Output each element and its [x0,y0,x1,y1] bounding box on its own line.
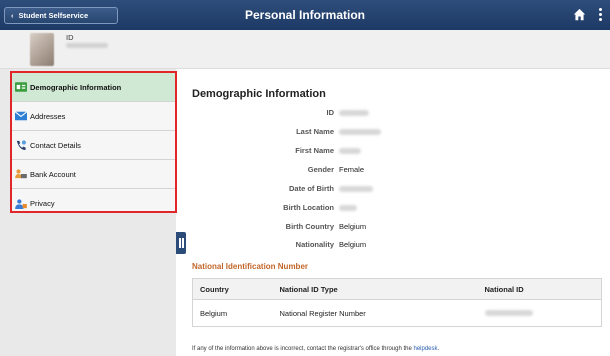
field-value: Belgium [339,240,367,249]
field-value-redacted [339,186,373,192]
field-label: Nationality [295,240,334,249]
column-header: National ID Type [272,278,478,300]
avatar [30,33,54,66]
cell-country: Belgium [200,308,228,318]
field-row-first-name: First Name [0,146,610,156]
field-label: Birth Location [283,203,334,212]
field-label: Gender [307,165,334,174]
cell-type: National Register Number [279,308,366,318]
field-label: Date of Birth [289,184,334,193]
field-label: ID [326,108,335,117]
field-row-gender: Gender Female [0,165,610,175]
kebab-menu-icon[interactable] [599,8,603,22]
footnote-end: . [437,346,440,352]
profile-id-redacted [66,43,108,48]
sidebar-item-label: Demographic Information [30,82,122,92]
id-card-icon [15,82,27,92]
header-bar: ‹ Student Selfservice Personal Informatio… [0,0,610,30]
nin-table: Country National ID Type National ID Bel… [192,278,602,327]
helpdesk-link[interactable]: helpdesk [414,346,438,352]
home-icon[interactable] [573,8,586,21]
column-header: Country [192,278,273,300]
field-label: First Name [295,146,334,155]
section-title: Demographic Information [192,88,326,100]
footnote-text: If any of the information above is incor… [192,346,412,352]
footnote: If any of the information above is incor… [192,346,439,352]
profile-id-label: ID [66,33,74,42]
page-title: Personal Information [244,8,366,22]
sidebar-item-demographic-information[interactable]: Demographic Information [12,73,175,102]
nin-section-title: National Identification Number [192,262,309,271]
cell-national-id [478,300,602,327]
field-value: Female [339,165,365,174]
field-value: Belgium [339,222,367,231]
field-value-redacted [339,205,357,211]
field-row-nationality: Nationality Belgium [0,240,610,250]
field-row-birth-country: Birth Country Belgium [0,222,610,232]
field-value-redacted [339,110,369,116]
field-label: Birth Country [285,222,334,231]
profile-strip [0,30,610,69]
field-row-last-name: Last Name [0,127,610,137]
field-row-birth-location: Birth Location [0,203,610,213]
table-row: Belgium National Register Number [193,300,602,327]
field-row-date-of-birth: Date of Birth [0,184,610,194]
field-label: Last Name [296,127,334,136]
national-id-redacted [484,309,533,316]
column-header: National ID [477,278,602,300]
table-header-row: Country National ID Type National ID [192,278,602,300]
field-row-id: ID [0,108,610,118]
field-value-redacted [339,129,381,135]
field-value-redacted [339,148,361,154]
